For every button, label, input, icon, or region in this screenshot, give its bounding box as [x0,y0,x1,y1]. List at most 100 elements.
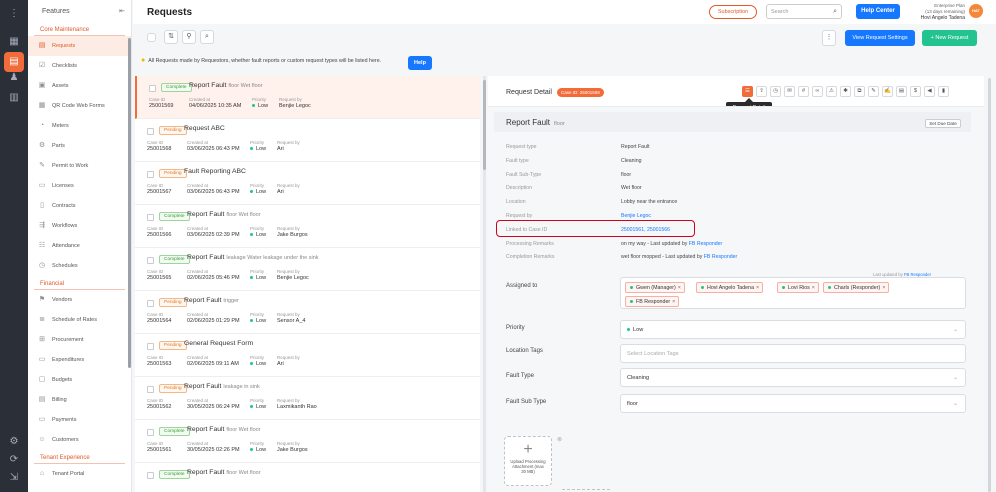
speaker-icon[interactable]: ◀ [924,86,935,97]
request-row[interactable]: Complete Report Fault floor Wet floor Case … [135,76,480,119]
row-checkbox[interactable] [147,343,154,350]
warning-icon[interactable]: ⚠ [826,86,837,97]
clock-icon[interactable]: ◷ [770,86,781,97]
sidebar-item-assets[interactable]: ▣ Assets [28,76,131,96]
row-checkbox[interactable] [147,472,154,479]
message-icon[interactable]: ✉ [784,86,795,97]
new-request-button[interactable]: + New Request [922,30,977,46]
sidebar-scrollbar[interactable] [128,38,131,368]
sidebar-item-requests[interactable]: ▤ Requests [28,36,131,56]
close-icon[interactable]: × [678,285,681,291]
sidebar-item-payments[interactable]: ▭ Payments [28,410,131,430]
dashboard-icon[interactable]: ▦ [8,36,20,48]
row-checkbox[interactable] [147,214,154,221]
row-checkbox[interactable] [147,257,154,264]
request-row[interactable]: Pending Report Fault trigger Case ID Created… [135,291,480,334]
search-icon[interactable]: ⌕ [200,30,214,44]
location-tags-select[interactable]: Select Location Tags [620,344,966,363]
assignee-tag[interactable]: Hovi Angelo Tadena × [696,282,764,293]
row-checkbox[interactable] [147,171,154,178]
close-icon[interactable]: × [756,285,759,291]
request-row[interactable]: Pending Report Fault leakage in sink Case I… [135,377,480,420]
set-due-date-button[interactable]: Set Due Date [925,119,961,128]
sidebar-item-contracts[interactable]: ▯ Contracts [28,196,131,216]
sidebar-item-expenditures[interactable]: ▭ Expenditures [28,350,131,370]
subscription-button[interactable]: Subscription [709,5,757,19]
updated-by-link[interactable]: FB Responder [704,254,737,260]
row-checkbox[interactable] [147,128,154,135]
sidebar-item-procurement[interactable]: ⊞ Procurement [28,330,131,350]
sync-icon[interactable]: ⟳ [8,454,20,466]
upload-attachment-button[interactable]: + Upload Processing Attachment (max 30 M… [504,436,552,486]
help-center-button[interactable]: Help Center [856,4,900,19]
sidebar-item-attendance[interactable]: ☷ Attendance [28,236,131,256]
assignee-tag[interactable]: Lovi Rios × [777,282,819,293]
sort-icon[interactable]: ⇅ [164,30,178,44]
avatar[interactable]: HAT [969,4,983,18]
search-input[interactable]: Search ⌕ [766,4,842,19]
sidebar-item-schedules[interactable]: ◷ Schedules [28,256,131,276]
priority-select[interactable]: Low ⌄ [620,320,966,339]
close-icon[interactable]: × [812,285,815,291]
request-row[interactable]: Pending Fault Reporting ABC Case ID Created… [135,162,480,205]
sidebar-item-qr-code-web-forms[interactable]: ▦ QR Code Web Forms [28,96,131,116]
assigned-to-field[interactable]: Gwen (Manager) × Hovi Angelo Tadena × Lovi R… [620,277,966,309]
sidebar-item-vendors[interactable]: ⚑ Vendors [28,290,131,310]
sidebar-item-parts[interactable]: ⚙ Parts [28,136,131,156]
request-row[interactable]: Pending General Request Form Case ID Create… [135,334,480,377]
row-checkbox[interactable] [149,85,156,92]
request-row[interactable]: Complete Report Fault floor Wet floor [135,463,480,492]
print-icon[interactable]: ▤ [896,86,907,97]
sidebar-item-permit-to-work[interactable]: ✎ Permit to Work [28,156,131,176]
assignee-tag[interactable]: Charls (Responder) × [823,282,890,293]
requests-icon[interactable]: ▤ [4,52,24,72]
edit-icon[interactable]: ✎ [868,86,879,97]
upload-icon[interactable]: ⇪ [756,86,767,97]
fault-subtype-select[interactable]: floor ⌄ [620,394,966,413]
close-icon[interactable]: × [882,285,885,291]
link-icon[interactable]: ∞ [812,86,823,97]
field-value-text[interactable]: Benjie Legoc [621,213,651,219]
view-request-settings-button[interactable]: View Request Settings [845,30,915,46]
row-checkbox[interactable] [147,386,154,393]
list-scrollbar[interactable] [483,76,486,492]
info-help-button[interactable]: Help [408,56,432,70]
more-options-icon[interactable]: ⋮ [822,30,836,46]
fault-type-select[interactable]: Cleaning ⌄ [620,368,966,387]
sidebar-item-customers[interactable]: ☺ Customers [28,430,131,450]
sidebar-item-checklists[interactable]: ☑ Checklists [28,56,131,76]
request-row[interactable]: Pending Request ABC Case ID Created at Prior… [135,119,480,162]
chart-icon[interactable]: ▥ [8,92,20,104]
updated-by-link[interactable]: FB Responder [689,241,722,247]
help-icon[interactable]: ⊗ [557,436,562,443]
detail-scrollbar[interactable] [984,76,996,492]
sign-icon[interactable]: ✍ [882,86,893,97]
list-icon[interactable]: ☰ [742,86,753,97]
sidebar-item-billing[interactable]: ▤ Billing [28,390,131,410]
people-icon[interactable]: ♟ [8,72,20,84]
sidebar-item-meters[interactable]: ◔ Meters [28,116,131,136]
collapse-icon[interactable]: ⇤ [119,7,125,15]
sidebar-item-tenant-portal[interactable]: ⌂ Tenant Portal [28,464,131,484]
request-row[interactable]: Complete Report Fault floor Wet floor Case … [135,205,480,248]
row-checkbox[interactable] [147,300,154,307]
sidebar-item-schedule-of-rates[interactable]: ≣ Schedule of Rates [28,310,131,330]
request-row[interactable]: Complete Report Fault leakage Water leakag… [135,248,480,291]
menu-icon[interactable]: ⋮ [8,8,20,20]
sidebar-item-licenses[interactable]: ▭ Licenses [28,176,131,196]
filter-icon[interactable]: ⚲ [182,30,196,44]
assignee-tag[interactable]: FB Responder × [625,296,680,307]
sidebar-item-budgets[interactable]: ▢ Budgets [28,370,131,390]
hash-icon[interactable]: # [798,86,809,97]
dollar-icon[interactable]: $ [910,86,921,97]
close-icon[interactable]: × [672,299,675,305]
logout-icon[interactable]: ⇲ [8,472,20,484]
sidebar-item-workflows[interactable]: ⇶ Workflows [28,216,131,236]
assignee-tag[interactable]: Gwen (Manager) × [625,282,685,293]
puzzle-icon[interactable]: ✱ [840,86,851,97]
select-all-checkbox[interactable] [147,33,156,42]
trash-icon[interactable]: ▮ [938,86,949,97]
row-checkbox[interactable] [147,429,154,436]
gear-icon[interactable]: ⚙ [8,436,20,448]
request-row[interactable]: Complete Report Fault floor Wet floor Case … [135,420,480,463]
